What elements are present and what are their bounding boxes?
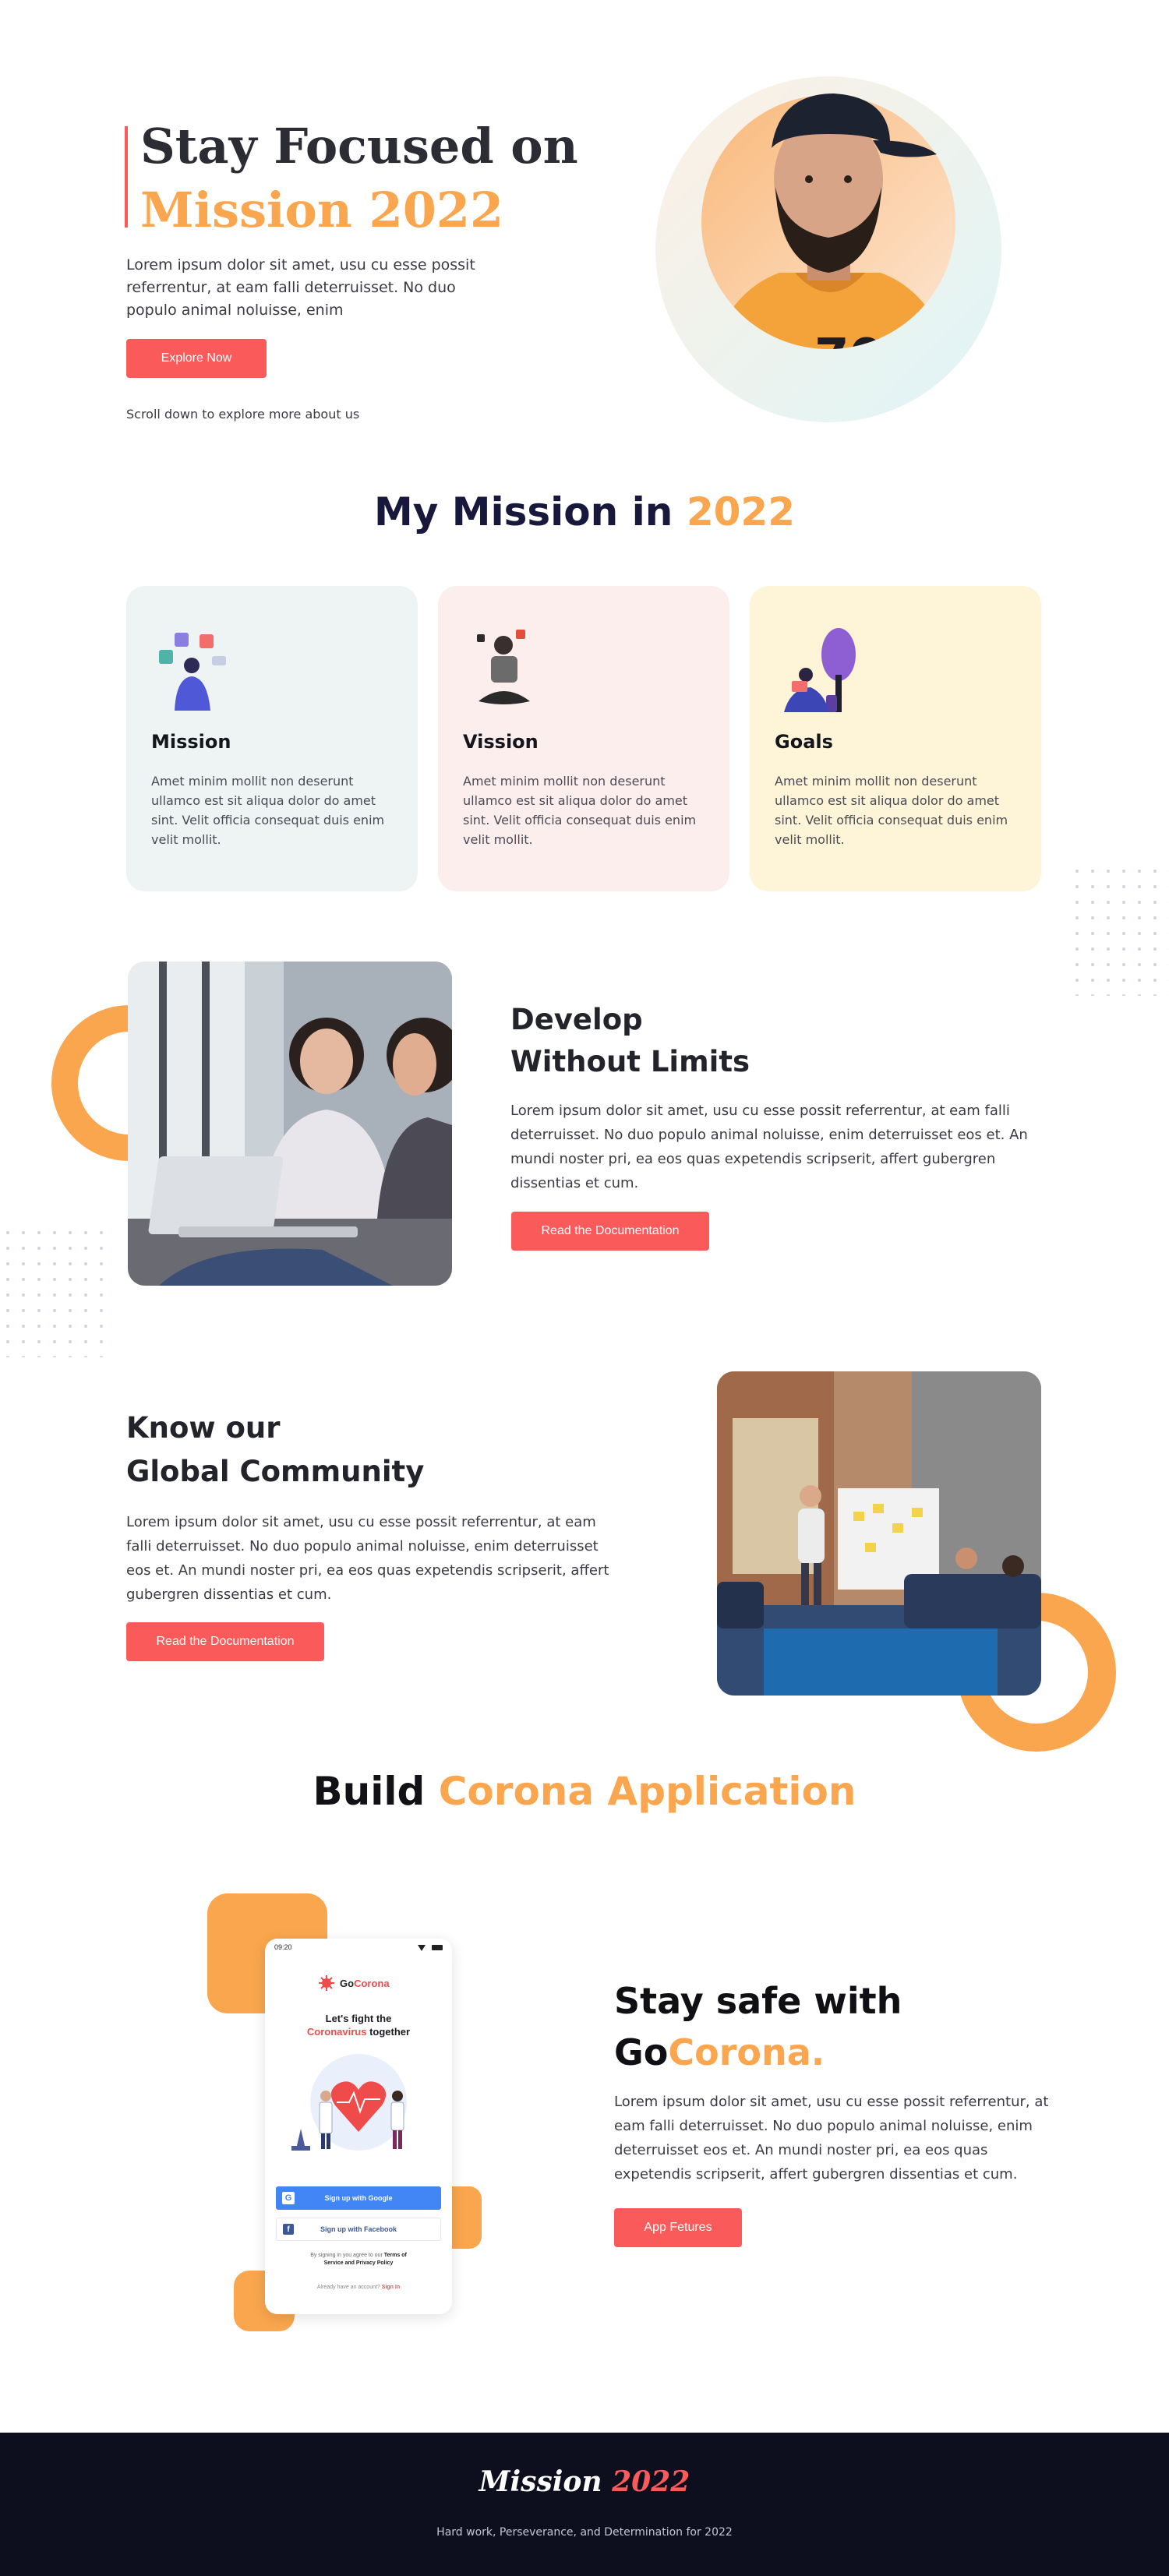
facebook-signup-button[interactable]: f Sign up with Facebook: [276, 2218, 441, 2241]
footer-tagline: Hard work, Perseverance, and Determinati…: [436, 2526, 733, 2539]
develop-read-docs-button[interactable]: Read the Documentation: [511, 1212, 709, 1251]
gocorona-logo: GoCorona: [318, 1974, 390, 1992]
stay-safe-title-line1: Stay safe with: [614, 1980, 902, 2022]
mission-card-title: Mission: [151, 731, 231, 753]
corona-title-accent: Corona Application: [438, 1769, 856, 1814]
phone-sign-in-row: Already have an account? Sign In: [265, 2285, 452, 2290]
phone-status-time: 09:20: [274, 1943, 292, 1951]
stay-safe-title-line2: GoCorona.: [614, 2027, 825, 2077]
mission-card-text: Amet minim mollit non deserunt ullamco e…: [151, 774, 385, 847]
phone-doctors-illustration: [291, 2054, 407, 2151]
dot-pattern-right: [1069, 863, 1169, 996]
stay-safe-text: Lorem ipsum dolor sit amet, usu cu esse …: [614, 2094, 1049, 2183]
develop-photo: [128, 962, 452, 1286]
hero-title-line1: Stay Focused on: [140, 118, 578, 175]
terms-link-2[interactable]: Service and Privacy Policy: [324, 2260, 394, 2266]
google-signup-button[interactable]: G Sign up with Google: [276, 2186, 441, 2210]
phone-headline: Let's fight the Coronavirus together: [265, 2012, 452, 2038]
phone-sign-in-link[interactable]: Sign In: [382, 2285, 400, 2290]
phone-headline-suffix: together: [369, 2026, 411, 2038]
develop-photo-image: [128, 962, 452, 1286]
community-photo: [717, 1371, 1041, 1696]
phone-headline-accent: Coronavirus: [306, 2026, 367, 2038]
facebook-signup-label: Sign up with Facebook: [320, 2225, 397, 2233]
explore-now-button[interactable]: Explore Now: [126, 339, 267, 378]
google-signup-label: Sign up with Google: [324, 2194, 393, 2202]
goals-card-title: Goals: [775, 731, 833, 753]
goals-illustration: [784, 628, 856, 712]
develop-text: Lorem ipsum dolor sit amet, usu cu esse …: [510, 1103, 1028, 1191]
facebook-icon: f: [283, 2224, 294, 2235]
community-title-line1: Know our: [126, 1411, 281, 1445]
stay-safe-title-accent: Corona.: [668, 2031, 825, 2073]
mission-illustration: [159, 633, 226, 711]
develop-title-line2: Without Limits: [510, 1045, 750, 1078]
hero-portrait: 700: [647, 62, 1013, 444]
phone-terms: By signing in you agree to our Terms of …: [281, 2252, 436, 2267]
vision-card-title: Vission: [463, 731, 539, 753]
phone-headline-line1: Let's fight the: [325, 2013, 392, 2024]
virus-icon: [319, 1975, 334, 1991]
mission-section-title: My Mission in 2022: [0, 489, 1169, 535]
footer-logo: Mission 2022: [0, 2465, 1169, 2498]
community-photo-image: [717, 1371, 1041, 1696]
hero-title-line2: Mission 2022: [140, 182, 504, 238]
hero-portrait-image: 700: [655, 76, 1001, 422]
google-icon: G: [282, 2192, 295, 2204]
community-title-line2: Global Community: [126, 1455, 425, 1488]
terms-prefix: By signing in you agree to our: [310, 2253, 383, 2258]
footer-logo-prefix: Mission: [479, 2465, 602, 2498]
corona-title-prefix: Build: [313, 1769, 426, 1814]
account-prefix: Already have an account?: [316, 2285, 380, 2290]
mission-title-accent: 2022: [686, 489, 795, 535]
vision-illustration: [477, 630, 530, 704]
mission-card: Mission Amet minim mollit non deserunt u…: [126, 586, 418, 891]
develop-title-line1: Develop: [510, 1003, 643, 1036]
terms-link-1[interactable]: Terms of: [384, 2253, 407, 2258]
community-read-docs-button[interactable]: Read the Documentation: [126, 1622, 324, 1661]
dot-pattern-left: [0, 1225, 115, 1357]
phone-status-battery-icon: [432, 1945, 443, 1950]
vision-card: Vission Amet minim mollit non deserunt u…: [438, 586, 729, 891]
hero-text: Lorem ipsum dolor sit amet, usu cu esse …: [126, 256, 475, 319]
scroll-hint: Scroll down to explore more about us: [126, 407, 360, 422]
hero-accent-bar: [125, 126, 128, 228]
phone-mockup: 09:20 GoCorona Let's fight the Coronavir…: [265, 1939, 452, 2314]
footer-logo-accent: 2022: [612, 2465, 690, 2498]
phone-status-signal-icon: [418, 1945, 426, 1951]
community-text: Lorem ipsum dolor sit amet, usu cu esse …: [126, 1514, 609, 1603]
corona-section-title: Build Corona Application: [0, 1769, 1169, 1814]
vision-card-text: Amet minim mollit non deserunt ullamco e…: [463, 774, 697, 847]
footer: Mission 2022 Hard work, Perseverance, an…: [0, 2433, 1169, 2576]
stay-safe-title-prefix: Go: [614, 2031, 669, 2073]
phone-brand-accent: Corona: [354, 1977, 390, 1989]
phone-brand-prefix: Go: [340, 1977, 355, 1989]
goals-card-text: Amet minim mollit non deserunt ullamco e…: [775, 774, 1008, 847]
goals-card: Goals Amet minim mollit non deserunt ull…: [750, 586, 1041, 891]
app-features-button[interactable]: App Fetures: [614, 2208, 742, 2247]
mission-title-prefix: My Mission in: [374, 489, 673, 535]
